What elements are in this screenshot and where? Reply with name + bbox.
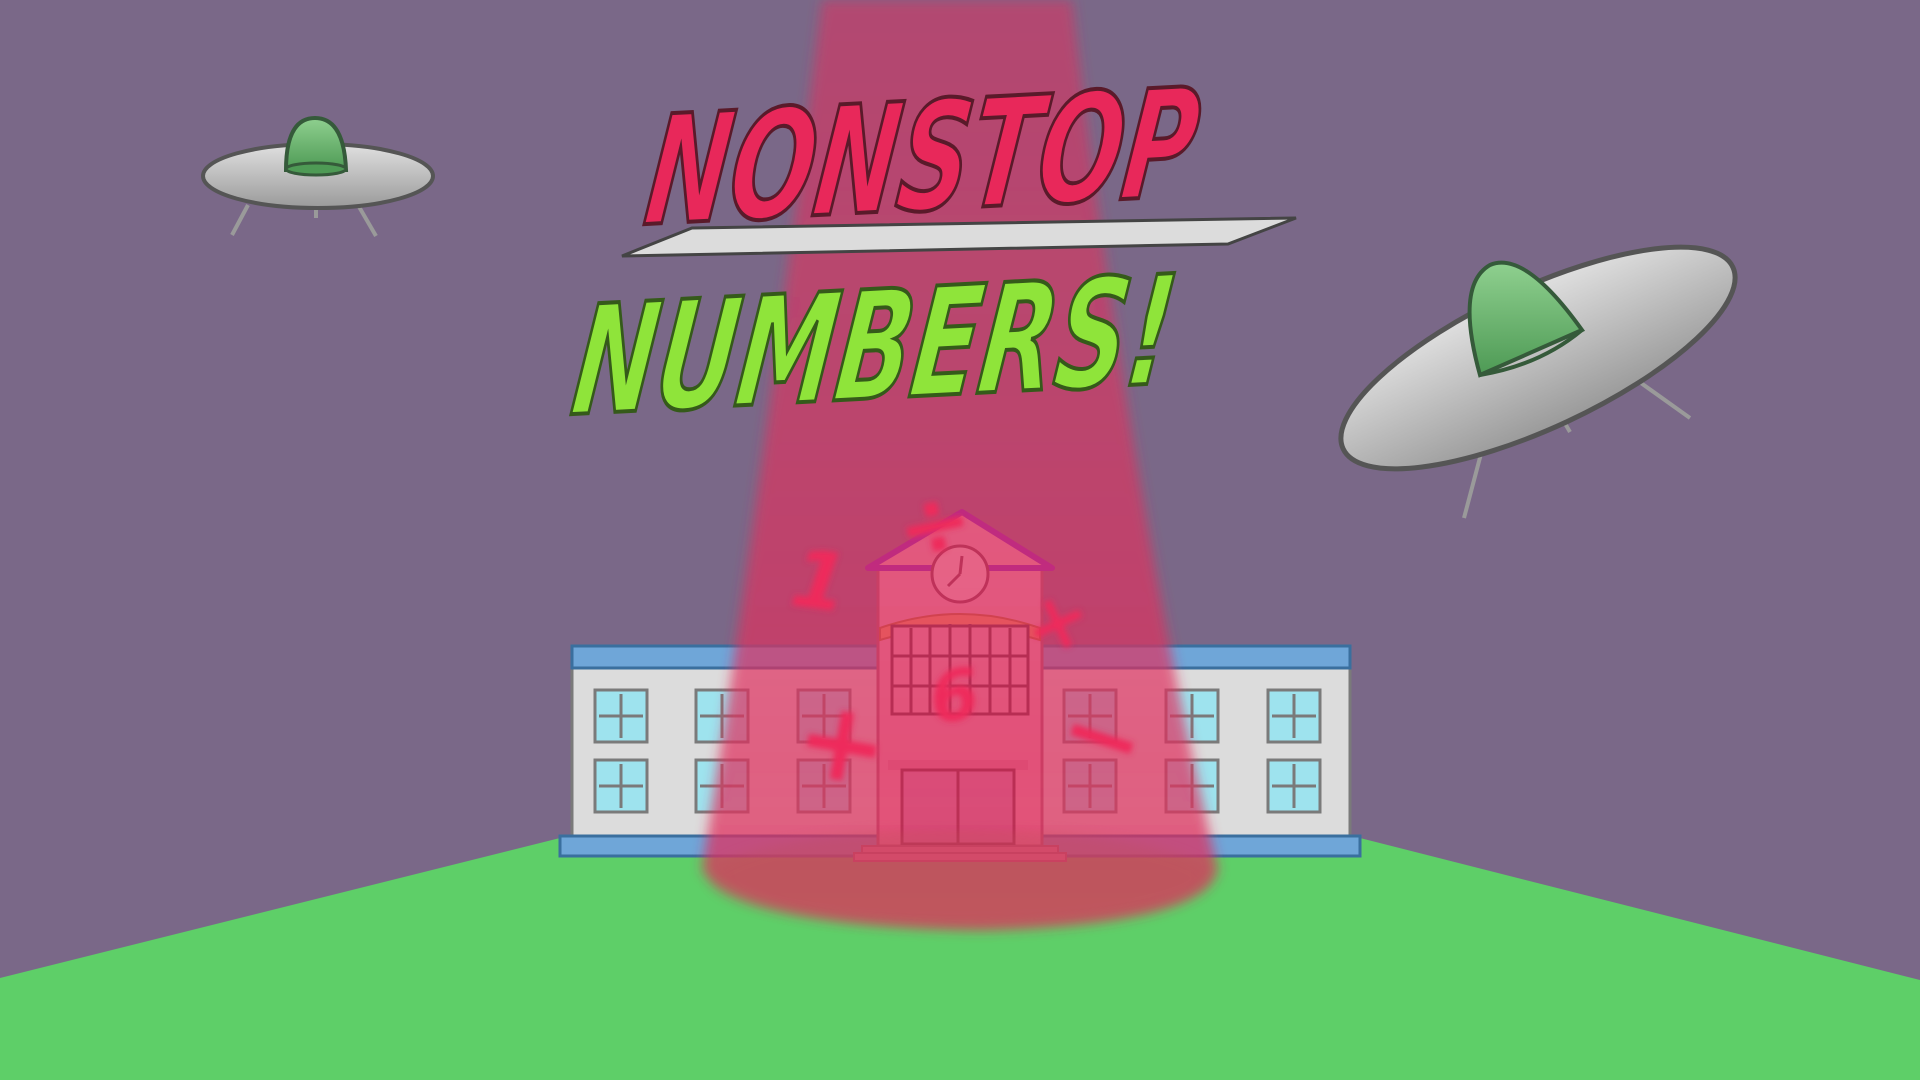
title-scene: 1 ÷ + 6 − × NONSTOP NUMBERS! (0, 0, 1920, 1080)
title-line2: NUMBERS! (564, 243, 1185, 450)
title-line1: NONSTOP (637, 55, 1208, 260)
